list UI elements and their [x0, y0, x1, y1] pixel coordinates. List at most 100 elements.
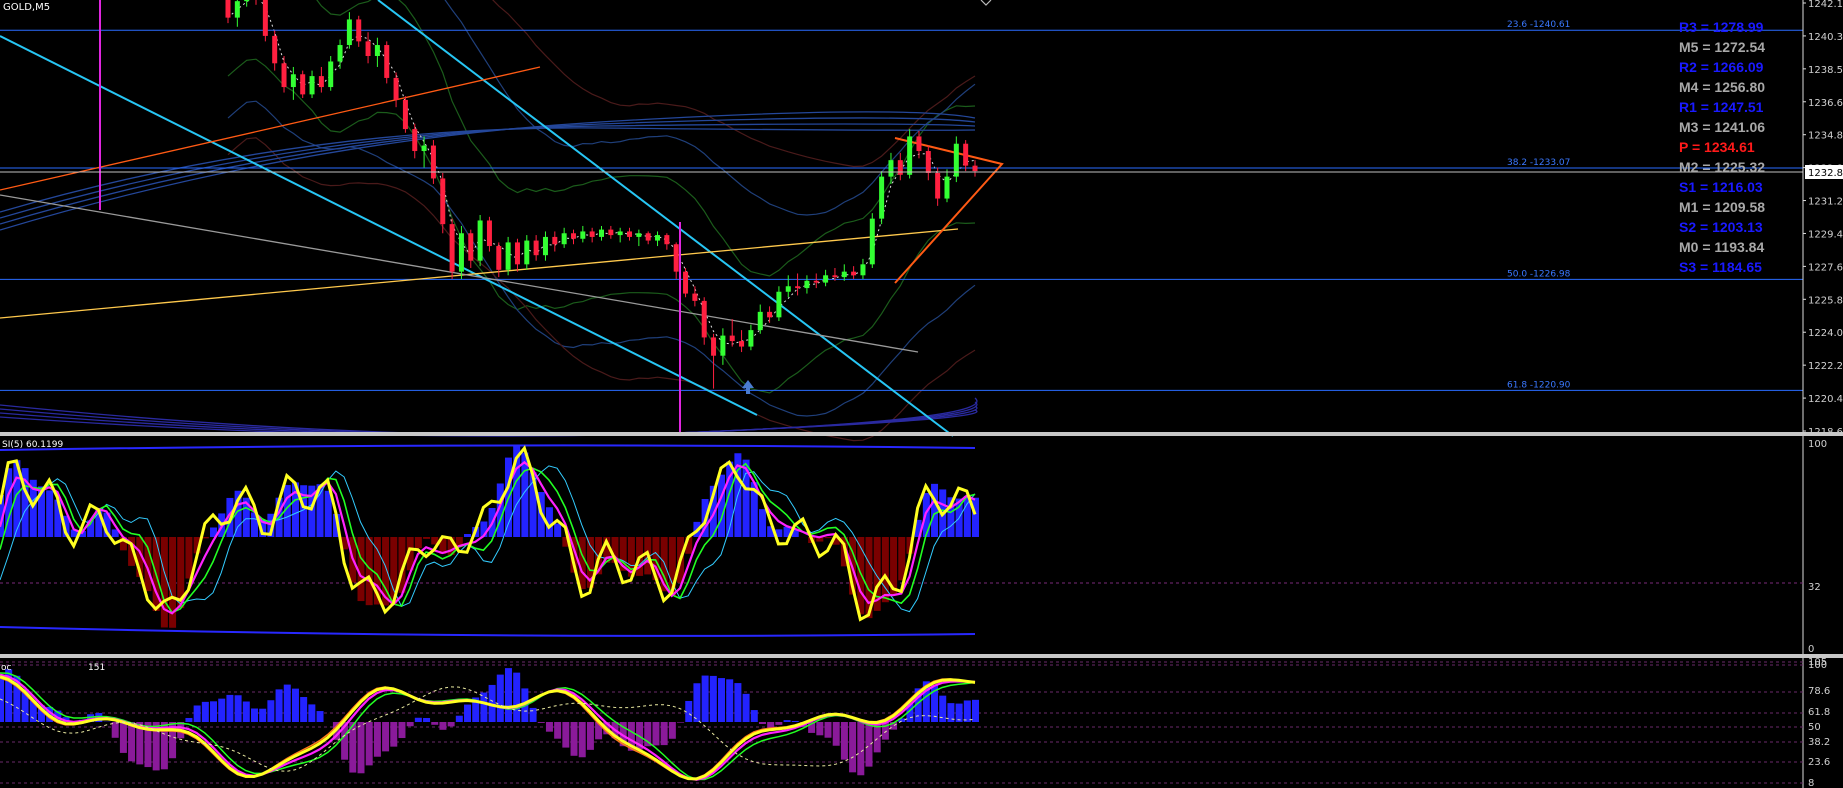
pivot-level-text: M4 = 1256.80 — [1679, 79, 1765, 95]
rsi-histogram-bar — [931, 483, 939, 537]
candle-body — [795, 286, 801, 289]
stoch-histogram-bar — [578, 722, 586, 758]
stoch-histogram-bar — [382, 722, 390, 752]
candle-body — [935, 172, 941, 199]
stoch-label-tail: 151 — [88, 663, 105, 673]
rsi-histogram-bar — [365, 537, 373, 606]
candle-body — [356, 19, 362, 42]
stoch-histogram-bar — [406, 722, 414, 727]
stoch-histogram-bar — [283, 684, 291, 722]
candle-body — [281, 63, 287, 88]
stoch-histogram-bar — [504, 668, 512, 722]
stoch-histogram-bar — [677, 722, 685, 723]
stoch-histogram-bar — [857, 722, 865, 776]
candle-body — [776, 291, 782, 318]
candle-body — [757, 311, 763, 331]
pivot-level-text: S3 = 1184.65 — [1679, 259, 1762, 275]
rsi-histogram-bar — [857, 537, 865, 615]
rsi-histogram-bar — [464, 534, 472, 537]
candle-body — [907, 136, 913, 175]
pivot-level-text: M5 = 1272.54 — [1679, 39, 1765, 55]
candle-body — [440, 178, 446, 225]
candle-body — [841, 271, 847, 278]
price-axis-label: 1234.88 — [1808, 131, 1843, 142]
stoch-histogram-bar — [734, 683, 742, 722]
stoch-histogram-bar — [0, 674, 4, 722]
candle-body — [851, 271, 857, 276]
candle-body — [449, 224, 455, 272]
candle-body — [785, 286, 791, 292]
stoch-histogram-bar — [193, 705, 201, 722]
stoch-histogram-bar — [431, 722, 439, 725]
candle-body — [692, 293, 698, 301]
pivot-level-text: M1 = 1209.58 — [1679, 199, 1765, 215]
stoch-histogram-bar — [742, 693, 750, 722]
stoch-histogram-bar — [972, 699, 979, 722]
price-axis-label: 1227.68 — [1808, 262, 1843, 273]
stoch-histogram-bar — [111, 722, 119, 738]
stoch-histogram-bar — [447, 722, 455, 727]
candle-body — [374, 45, 380, 56]
stoch-histogram-bar — [586, 722, 594, 750]
candle-body — [972, 165, 978, 172]
rsi-axis-0: 0 — [1808, 644, 1814, 655]
pivot-level-text: P = 1234.61 — [1679, 139, 1755, 155]
candle-body — [458, 233, 464, 272]
candle-body — [720, 335, 726, 356]
rsi-histogram-bar — [758, 509, 766, 537]
stoch-histogram-bar — [185, 717, 193, 722]
trading-chart[interactable]: 23.6 -1240.61 38.2 -1233.07 50.0 -1226.98 6… — [0, 0, 1843, 788]
stoch-axis-label: 8 — [1808, 778, 1814, 788]
candle-body — [655, 235, 661, 241]
stoch-histogram-bar — [513, 672, 521, 722]
candle-body — [608, 229, 614, 236]
stoch-histogram-bar — [373, 722, 381, 757]
candle-body — [767, 311, 773, 318]
candle-body — [402, 99, 408, 130]
stoch-histogram-bar — [963, 700, 971, 722]
stoch-histogram-bar — [652, 722, 660, 746]
stoch-histogram-bar — [291, 688, 299, 722]
stoch-histogram-bar — [570, 722, 578, 756]
pivot-level-text: M2 = 1225.32 — [1679, 159, 1765, 175]
candle-body — [384, 45, 390, 78]
candle-body — [664, 235, 670, 245]
stoch-histogram-bar — [414, 717, 422, 722]
stoch-histogram-bar — [316, 711, 324, 722]
rsi-histogram-bar — [972, 497, 979, 537]
candle-body — [524, 240, 530, 265]
rsi-histogram-bar — [414, 537, 422, 549]
stoch-axis-label: 78.6 — [1808, 686, 1830, 697]
rsi-histogram-bar — [46, 490, 54, 537]
candle-body — [617, 231, 623, 236]
candle-body — [337, 45, 343, 62]
pivot-level-text: S1 = 1216.03 — [1679, 179, 1763, 195]
candle-body — [514, 242, 520, 265]
candle-body — [804, 280, 810, 289]
pivot-level-text: S2 = 1203.13 — [1679, 219, 1763, 235]
candle-body — [570, 233, 576, 239]
rsi-histogram-bar — [554, 523, 562, 537]
stoch-histogram-bar — [242, 701, 250, 722]
candle-body — [496, 246, 502, 270]
candle-body — [421, 145, 427, 152]
stoch-histogram-bar — [496, 674, 504, 722]
panel-separator-2[interactable] — [0, 654, 1843, 658]
stoch-histogram-bar — [275, 689, 283, 722]
candle-body — [897, 160, 903, 175]
candle-body — [888, 160, 894, 177]
price-axis-label: 1238.53 — [1808, 65, 1843, 76]
fib-level-label: 61.8 -1220.90 — [1507, 380, 1571, 390]
candle-body — [262, 0, 268, 36]
candle-body — [823, 275, 829, 283]
stoch-histogram-bar — [128, 722, 136, 762]
price-axis-label: 1229.48 — [1808, 229, 1843, 240]
candle-body — [879, 176, 885, 219]
stoch-histogram-bar — [865, 722, 873, 767]
stoch-histogram-bar — [537, 722, 545, 723]
stoch-histogram-bar — [545, 722, 553, 732]
stoch-histogram-bar — [726, 679, 734, 722]
candle-body — [328, 61, 334, 88]
stoch-axis-label: 61.8 — [1808, 707, 1830, 718]
panel-separator-1[interactable] — [0, 432, 1843, 436]
